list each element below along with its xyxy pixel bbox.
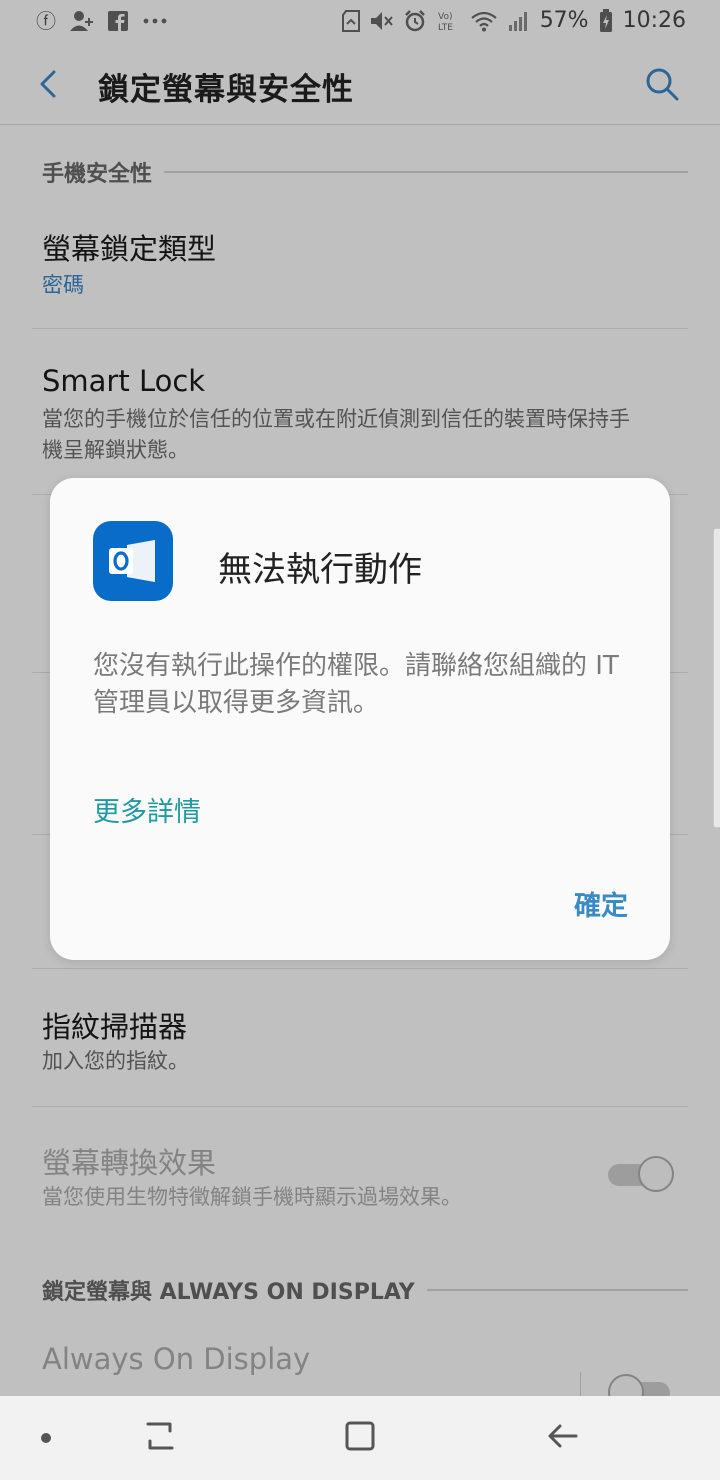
dialog-title: 無法執行動作 xyxy=(218,550,422,590)
home-icon[interactable] xyxy=(342,1418,378,1454)
settings-screen: ⓕ Vo) LTE 57% 10:26 鎖定螢幕與安全性 手機安全性 螢幕鎖定類… xyxy=(0,0,720,1480)
recents-icon[interactable] xyxy=(142,1418,178,1454)
dialog-message: 您沒有執行此操作的權限。請聯絡您組織的 IT 管理員以取得更多資訊。 xyxy=(93,651,619,718)
error-dialog: 無法執行動作 您沒有執行此操作的權限。請聯絡您組織的 IT 管理員以取得更多資訊… xyxy=(50,478,670,960)
back-icon[interactable] xyxy=(544,1418,582,1454)
outlook-icon xyxy=(93,521,173,601)
more-details-link[interactable]: 更多詳情 xyxy=(93,790,201,829)
scroll-indicator xyxy=(713,528,720,828)
navigation-bar xyxy=(0,1396,720,1480)
dot-icon[interactable] xyxy=(38,1430,54,1446)
ok-button[interactable]: 確定 xyxy=(574,884,628,923)
